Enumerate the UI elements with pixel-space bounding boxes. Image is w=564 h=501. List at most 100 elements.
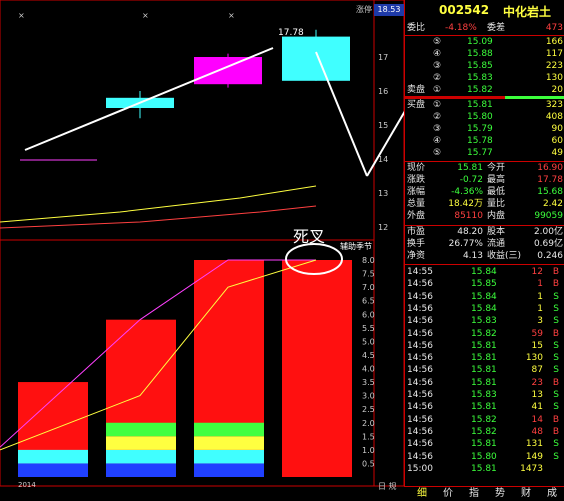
indicator-bar-segment <box>106 436 176 450</box>
tick-time: 14:56 <box>407 279 433 290</box>
tick-time: 14:56 <box>407 303 433 314</box>
stat-label: 最低 <box>487 187 506 197</box>
indicator-axis-label: 3.0 <box>362 392 375 401</box>
tick-time: 14:56 <box>407 402 433 413</box>
stat-value: 16.90 <box>537 163 563 173</box>
tick-price: 15.84 <box>471 291 497 302</box>
tick-time: 14:56 <box>407 353 433 364</box>
tick-row: 14:56 15.84 1 S <box>405 291 564 303</box>
order-volume: 49 <box>551 148 563 158</box>
tick-price: 15.83 <box>471 316 497 327</box>
stat-value: 2.42 <box>542 199 563 209</box>
tick-side: B <box>552 279 559 290</box>
indicator-bar-segment <box>106 449 176 464</box>
order-level: ④ <box>433 49 442 59</box>
candle-body <box>282 36 350 81</box>
tick-row: 14:56 15.81 130 S <box>405 352 564 364</box>
tick-row: 14:56 15.81 131 S <box>405 438 564 450</box>
buy-order-row: 买盘 ① 15.81 323 <box>405 99 564 111</box>
tick-price: 15.81 <box>471 340 497 351</box>
order-price: 15.82 <box>467 85 493 95</box>
tick-volume: 87 <box>531 365 543 376</box>
indicator-axis-label: 4.0 <box>362 365 375 374</box>
kline-chart-panel[interactable]: × × × 17 16 15 14 13 12 8.0 7.5 7.0 6.5 6.0 5.5 5.0 4.5 4… <box>0 0 404 500</box>
order-ratio-row: 委比 -4.18% 委差 473 <box>407 23 563 33</box>
order-volume: 90 <box>551 124 563 134</box>
order-volume: 117 <box>545 49 563 59</box>
order-volume: 223 <box>545 61 563 71</box>
tick-row: 14:56 15.81 41 S <box>405 401 564 413</box>
order-level: ① <box>433 100 442 110</box>
fund-value: 26.77% <box>448 239 483 249</box>
order-level: ⑤ <box>433 148 442 158</box>
tick-side: S <box>553 402 559 413</box>
tick-side: S <box>553 365 559 376</box>
tick-volume: 1 <box>537 303 543 314</box>
indicator-bar-segment <box>106 463 176 477</box>
tick-row: 14:56 15.83 13 S <box>405 389 564 401</box>
tick-side: B <box>552 426 559 437</box>
tick-volume: 12 <box>531 267 543 277</box>
limit-up-label: 涨停 <box>356 5 372 14</box>
order-side-label: 卖盘 <box>407 85 426 95</box>
high-annotation: 17.78 <box>278 28 304 38</box>
indicator-name-label: 辅助季节 <box>340 242 372 251</box>
stat-value: 17.78 <box>537 175 563 185</box>
indicator-bar-segment <box>194 422 264 437</box>
tick-time: 14:56 <box>407 316 433 327</box>
tick-time: 14:55 <box>407 267 433 277</box>
candle-body <box>194 57 262 85</box>
tick-row: 14:56 15.81 23 B <box>405 377 564 389</box>
order-volume: 166 <box>545 37 563 47</box>
indicator-axis-label: 5.0 <box>362 337 375 346</box>
tick-volume: 1 <box>537 279 543 290</box>
indicator-bar-segment <box>194 449 264 464</box>
order-level: ② <box>433 112 442 122</box>
stat-label: 涨幅 <box>407 187 426 197</box>
price-stat-row: 外盘 85110 内盘 99059 <box>405 210 564 222</box>
tick-time: 14:56 <box>407 390 433 400</box>
tick-time: 15:00 <box>407 463 433 474</box>
indicator-bar-segment <box>194 463 264 477</box>
price-axis-label: 16 <box>378 87 388 96</box>
indicator-axis-label: 7.5 <box>362 270 375 279</box>
fund-label: 净资 <box>407 251 426 261</box>
stat-label: 涨跌 <box>407 175 426 185</box>
stat-value: 15.81 <box>457 163 483 173</box>
order-volume: 130 <box>545 73 563 83</box>
sell-order-row: ③ 15.85 223 <box>405 60 564 72</box>
buy-order-row: ② 15.80 408 <box>405 111 564 123</box>
order-price: 15.78 <box>467 136 493 146</box>
indicator-axis-label: 2.5 <box>362 405 375 414</box>
tick-row: 14:56 15.84 1 S <box>405 303 564 315</box>
fundamental-row: 换手 26.77% 流通 0.69亿 <box>405 238 564 250</box>
fund-value: 2.00亿 <box>533 227 563 237</box>
tick-row: 14:56 15.85 1 B <box>405 278 564 290</box>
indicator-bar-segment <box>18 463 88 477</box>
tick-price: 15.85 <box>471 279 497 290</box>
tab-5[interactable]: 成 <box>536 488 564 500</box>
tick-volume: 59 <box>531 328 543 339</box>
tick-price: 15.81 <box>471 439 497 450</box>
tick-volume: 13 <box>531 390 543 400</box>
tick-volume: 149 <box>525 451 543 462</box>
order-price: 15.79 <box>467 124 493 134</box>
indicator-bar-segment <box>194 436 264 450</box>
death-cross-label: 死叉 <box>293 227 326 246</box>
ma-line-red <box>0 205 317 229</box>
order-price: 15.77 <box>467 148 493 158</box>
order-level: ③ <box>433 61 442 71</box>
order-price: 15.80 <box>467 112 493 122</box>
ma-line-yellow <box>0 185 317 223</box>
indicator-axis-label: 0.5 <box>362 459 375 468</box>
tick-time: 14:56 <box>407 451 433 462</box>
price-stat-row: 涨幅 -4.36% 最低 15.68 <box>405 186 564 198</box>
order-level: ④ <box>433 136 442 146</box>
tick-price: 15.84 <box>471 267 497 277</box>
tick-price: 15.83 <box>471 390 497 400</box>
stat-value: -4.36% <box>451 187 483 197</box>
tick-price: 15.81 <box>471 377 497 388</box>
grid-marker: × <box>18 11 25 20</box>
tick-volume: 3 <box>537 316 543 327</box>
period-tab-label[interactable]: 日 规 <box>378 481 397 492</box>
